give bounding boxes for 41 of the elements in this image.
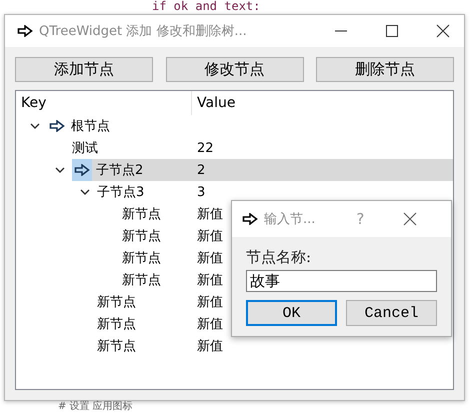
value-text: 新值 [197,272,223,289]
tree-item[interactable]: 新节点 [122,225,197,247]
dialog-button[interactable]: OK [246,300,337,326]
close-icon[interactable] [403,212,418,226]
value-text: 新值 [197,228,223,245]
tree-item[interactable]: 根节点 [47,115,197,137]
close-icon[interactable] [436,24,450,38]
value-text: 新值 [197,206,223,223]
value-text: 新值 [197,316,223,333]
push-button[interactable]: 添加节点 [15,57,153,82]
tree-item[interactable]: 子节点2 [72,159,197,181]
value-text: 新值 [197,250,223,267]
tree-item[interactable]: 新节点 [97,335,197,357]
tree-item[interactable]: 新节点 [122,203,197,225]
tree-item[interactable]: 新节点 [122,247,197,269]
column-header[interactable]: Value [192,91,236,115]
tree-item[interactable]: 新节点 [97,313,197,335]
window-title: QTreeWidget 添加 修改和删除树... [39,23,247,40]
arrow-icon [49,120,65,132]
code-line: if ok and text: [151,0,260,14]
tree-item[interactable]: 新节点 [97,291,197,313]
value-text: 22 [197,140,214,156]
value-text: 2 [197,162,206,178]
tree-item[interactable]: 子节点3 [97,181,197,203]
dialog-title: 输入节... [264,211,316,228]
tree-item[interactable]: 测试 [72,137,197,159]
field-label: 节点名称: [246,247,312,268]
arrow-icon [242,213,258,225]
push-button[interactable]: 修改节点 [166,57,304,82]
value-text: 3 [197,184,206,200]
arrow-icon [74,164,90,176]
maximize-icon[interactable] [385,24,399,38]
column-header[interactable]: Key [16,91,192,115]
arrow-icon [17,25,33,37]
input-field[interactable]: 故事 [246,270,437,292]
dialog-button[interactable]: Cancel [346,300,437,326]
value-text: 新值 [197,338,223,355]
code-line: # 设置 应用图标 [57,401,133,412]
tree-item[interactable]: 新节点 [122,269,197,291]
value-text: 新值 [197,294,223,311]
push-button[interactable]: 删除节点 [316,57,454,82]
